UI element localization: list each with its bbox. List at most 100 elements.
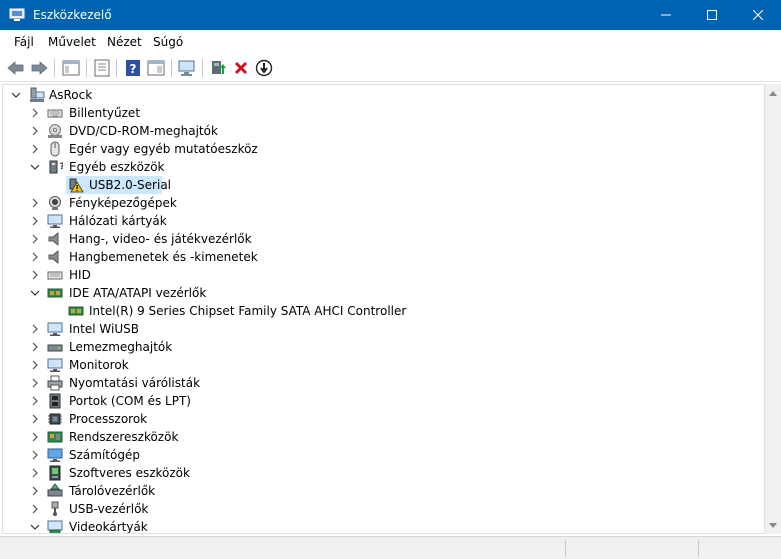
software-device-icon [49,465,61,481]
chevron-right-icon[interactable] [29,467,41,479]
chevron-right-icon[interactable] [29,377,41,389]
chevron-down-icon[interactable] [29,161,41,173]
back-icon [7,61,24,75]
chevron-right-icon[interactable] [29,323,41,335]
tree-category-usb[interactable]: USB-vezérlők [3,500,764,518]
tree-root[interactable]: AsRock [3,86,764,104]
tree-category-hid[interactable]: HID [3,266,764,284]
tree-category-label: Tárolóvezérlők [69,484,156,498]
chevron-right-icon[interactable] [29,125,41,137]
action-pane-button[interactable] [145,57,167,79]
menu-file[interactable]: Fájl [14,35,34,49]
device-tree[interactable]: AsRock Billentyűzet DVD/CD-ROM-meghajtók… [2,84,765,534]
menu-view[interactable]: Nézet [107,35,142,49]
chevron-up-icon [769,90,777,96]
tree-device-usb-serial[interactable]: USB2.0-Serial [3,176,764,194]
menu-help[interactable]: Súgó [153,35,183,49]
tree-category-monitors[interactable]: Monitorok [3,356,764,374]
tree-category-label: Hangbemenetek és -kimenetek [69,250,258,264]
tree-category-label: Billentyűzet [69,106,141,120]
chevron-right-icon[interactable] [29,197,41,209]
back-button[interactable] [5,57,27,79]
scan-hardware-button[interactable] [176,57,198,79]
tree-category-software-devices[interactable]: Szoftveres eszközök [3,464,764,482]
tree-category-sound[interactable]: Hang-, video- és játékvezérlők [3,230,764,248]
chevron-right-icon[interactable] [29,359,41,371]
tree-category-ports[interactable]: Portok (COM és LPT) [3,392,764,410]
tree-category-display-adapters[interactable]: Videokártyák [3,518,764,533]
tree-category-processors[interactable]: Processzorok [3,410,764,428]
tree-category-storage-controllers[interactable]: Tárolóvezérlők [3,482,764,500]
tree-category-label: Lemezmeghajtók [69,340,173,354]
scroll-up-button[interactable] [765,84,781,101]
tree-category-label: Számítógép [69,448,140,462]
hid-icon [47,271,63,280]
chevron-down-icon[interactable] [29,287,41,299]
chevron-down-icon[interactable] [29,521,41,533]
tree-category-dvd[interactable]: DVD/CD-ROM-meghajtók [3,122,764,140]
menu-bar: Fájl Művelet Nézet Súgó [0,30,781,54]
port-icon [49,393,61,409]
chevron-right-icon[interactable] [29,107,41,119]
chevron-right-icon[interactable] [29,341,41,353]
properties-button[interactable] [91,57,113,79]
toolbar-separator [171,59,172,77]
chevron-right-icon[interactable] [29,233,41,245]
tree-category-other[interactable]: ? Egyéb eszközök [3,158,764,176]
tree-category-disk-drives[interactable]: Lemezmeghajtók [3,338,764,356]
tree-category-wiusb[interactable]: Intel WiUSB [3,320,764,338]
menu-action[interactable]: Művelet [48,35,96,49]
tree-category-ide[interactable]: IDE ATA/ATAPI vezérlők [3,284,764,302]
chevron-right-icon[interactable] [29,143,41,155]
usb-icon [51,501,59,516]
mouse-icon [50,141,60,157]
speaker-icon [48,231,59,247]
tree-category-keyboard[interactable]: Billentyűzet [3,104,764,122]
disable-device-button[interactable] [253,57,275,79]
tree-category-cameras[interactable]: Fényképezőgépek [3,194,764,212]
show-hide-tree-button[interactable] [60,57,82,79]
tree-category-label: Portok (COM és LPT) [69,394,191,408]
chevron-right-icon[interactable] [29,413,41,425]
tree-category-print-queues[interactable]: Nyomtatási várólisták [3,374,764,392]
close-button[interactable] [735,0,781,30]
tree-category-label: Processzorok [69,412,148,426]
tree-category-label: Egér vagy egyéb mutatóeszköz [69,142,258,156]
scroll-down-button[interactable] [765,517,781,534]
chevron-right-icon[interactable] [29,251,41,263]
chevron-right-icon[interactable] [29,215,41,227]
status-divider [565,540,566,557]
tree-category-label: Fényképezőgépek [69,196,177,210]
tree-category-system-devices[interactable]: Rendszereszközök [3,428,764,446]
properties-icon [94,59,110,77]
status-bar [0,536,781,559]
chevron-down-icon[interactable] [10,89,22,101]
warning-device-icon [69,178,84,193]
tree-category-label: Hálózati kártyák [69,214,167,228]
chevron-right-icon[interactable] [29,269,41,281]
forward-icon [31,61,48,75]
vertical-scrollbar[interactable] [765,84,781,534]
uninstall-device-button[interactable] [230,57,252,79]
update-driver-button[interactable] [207,57,229,79]
chevron-right-icon[interactable] [29,503,41,515]
forward-button[interactable] [28,57,50,79]
svg-text:?: ? [60,162,64,172]
disk-drive-icon [47,344,63,352]
tree-device-label: Intel(R) 9 Series Chipset Family SATA AH… [89,304,407,318]
chevron-right-icon[interactable] [29,485,41,497]
maximize-button[interactable] [689,0,735,30]
tree-category-label: Monitorok [69,358,129,372]
tree-category-network[interactable]: Hálózati kártyák [3,212,764,230]
camera-icon [49,196,61,210]
tree-category-computer[interactable]: Számítógép [3,446,764,464]
chevron-right-icon[interactable] [29,395,41,407]
tree-category-audio-io[interactable]: Hangbemenetek és -kimenetek [3,248,764,266]
minimize-button[interactable] [643,0,689,30]
help-button[interactable]: ? [122,57,144,79]
chevron-right-icon[interactable] [29,431,41,443]
tree-device-sata-controller[interactable]: Intel(R) 9 Series Chipset Family SATA AH… [3,302,764,320]
chevron-right-icon[interactable] [29,449,41,461]
tree-category-mouse[interactable]: Egér vagy egyéb mutatóeszköz [3,140,764,158]
tree-device-label: USB2.0-Serial [89,178,172,192]
